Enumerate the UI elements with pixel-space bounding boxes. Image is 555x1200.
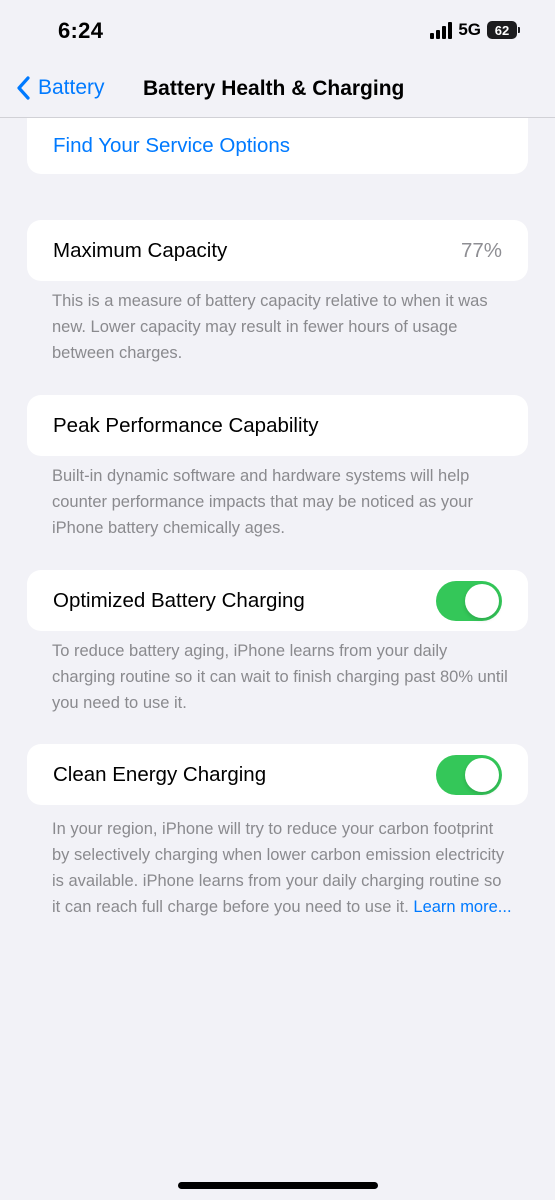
clean-energy-card: Clean Energy Charging [27,744,528,805]
maximum-capacity-row: Maximum Capacity 77% [27,220,528,281]
peak-performance-card: Peak Performance Capability [27,395,528,456]
toggle-knob [465,583,499,618]
status-bar: 6:24 5G 62 [0,0,555,64]
service-options-card: Find Your Service Options [27,118,528,174]
peak-performance-label: Peak Performance Capability [53,413,319,437]
maximum-capacity-value: 77% [460,238,502,262]
clean-energy-row: Clean Energy Charging [27,744,528,805]
page-title: Battery Health & Charging [143,77,405,100]
peak-performance-row: Peak Performance Capability [27,395,528,456]
chevron-left-icon [17,76,30,100]
home-indicator [178,1182,378,1189]
optimized-charging-toggle[interactable] [436,580,502,621]
status-time: 6:24 [58,18,104,43]
clean-energy-footer: In your region, iPhone will try to reduc… [52,816,512,920]
maximum-capacity-label: Maximum Capacity [53,238,228,262]
navigation-bar: Battery Battery Health & Charging [0,64,555,118]
back-label: Battery [38,76,105,99]
back-button[interactable]: Battery [16,76,105,100]
cellular-signal-icon [430,21,453,39]
service-options-row[interactable]: Find Your Service Options [27,118,528,174]
optimized-charging-card: Optimized Battery Charging [27,570,528,631]
clean-energy-toggle[interactable] [436,754,502,795]
maximum-capacity-footer: This is a measure of battery capacity re… [52,292,488,362]
find-service-options-link[interactable]: Find Your Service Options [53,134,290,158]
optimized-charging-footer: To reduce battery aging, iPhone learns f… [52,642,508,712]
peak-performance-footer: Built-in dynamic software and hardware s… [52,467,473,537]
maximum-capacity-card: Maximum Capacity 77% [27,220,528,281]
battery-icon: 62 [487,21,520,39]
clean-energy-label: Clean Energy Charging [53,762,267,786]
network-type: 5G [458,20,481,39]
learn-more-link[interactable]: Learn more... [413,898,511,916]
optimized-charging-row: Optimized Battery Charging [27,570,528,631]
optimized-charging-label: Optimized Battery Charging [53,588,305,612]
battery-level: 62 [494,22,510,38]
toggle-knob [465,757,499,792]
status-indicators: 5G 62 [430,20,520,40]
